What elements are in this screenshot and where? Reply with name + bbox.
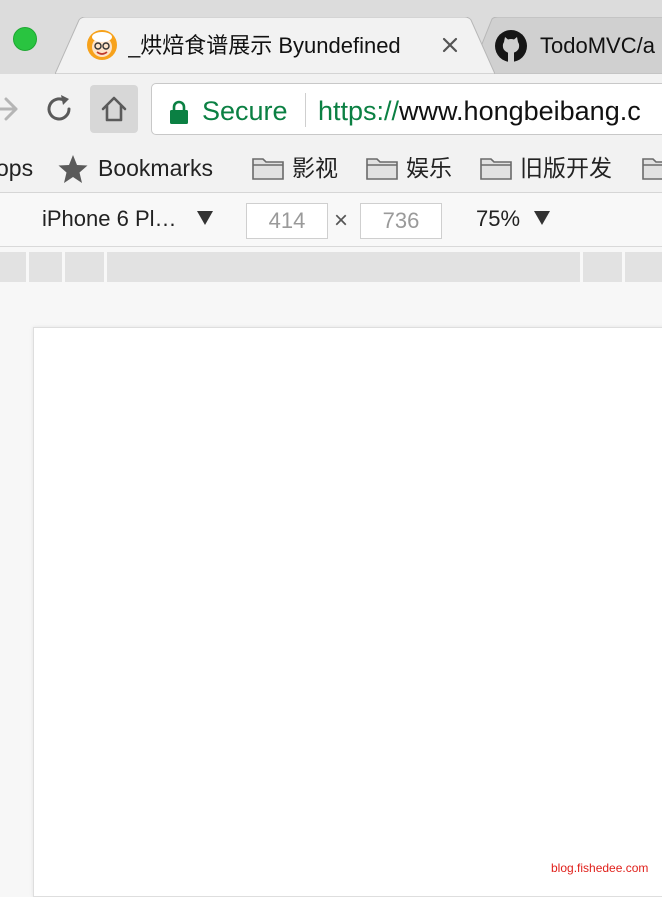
home-button[interactable]	[90, 85, 138, 133]
bookmark-label: 旧版开发	[520, 155, 612, 181]
viewport-height-input[interactable]	[360, 203, 442, 239]
tab-title: TodoMVC/a	[540, 33, 655, 58]
close-icon[interactable]	[439, 34, 461, 56]
bookmark-folder[interactable]: 娱乐	[366, 148, 452, 188]
viewport-width-input[interactable]	[246, 203, 328, 239]
bookmark-label: 影视	[292, 155, 338, 181]
bookmark-folder[interactable]: 影视	[252, 148, 338, 188]
watermark: blog.fishedee.com	[551, 861, 649, 875]
caret-down-icon[interactable]	[534, 211, 550, 225]
dimension-separator: ×	[334, 207, 349, 234]
folder-icon	[366, 158, 398, 180]
omnibox-divider	[305, 93, 306, 127]
media-query-segment[interactable]	[583, 252, 625, 282]
url-host: www.hongbeibang.c	[399, 96, 641, 126]
bookmark-label: Bookmarks	[98, 155, 214, 181]
device-select[interactable]: iPhone 6 Pl…	[42, 203, 177, 235]
bookmark-folder[interactable]: 旧版开发	[480, 148, 612, 188]
folder-icon	[252, 158, 284, 180]
media-query-segment[interactable]	[0, 252, 29, 282]
forward-arrow-icon[interactable]	[0, 94, 20, 124]
media-query-bar	[0, 252, 662, 282]
media-query-segment[interactable]	[65, 252, 107, 282]
folder-icon	[480, 158, 512, 180]
bookmark-apps[interactable]: ops	[0, 148, 33, 188]
reload-icon[interactable]	[42, 92, 76, 126]
bookmark-bookmarks[interactable]: Bookmarks	[58, 148, 213, 188]
media-query-segment[interactable]	[29, 252, 65, 282]
caret-down-icon[interactable]	[197, 211, 213, 225]
folder-icon	[642, 158, 662, 180]
url-text[interactable]: https://www.hongbeibang.c	[318, 94, 641, 128]
bookmarks-bar: ops Bookmarks 影视 娱乐 旧版开发	[0, 144, 662, 193]
url-scheme: https://	[318, 96, 400, 126]
device-screen[interactable]	[33, 327, 662, 897]
tab-strip: _烘焙食谱展示 Byundefined TodoMVC/a	[0, 0, 662, 74]
star-icon	[58, 155, 88, 183]
lock-icon	[170, 100, 188, 124]
media-query-segment[interactable]	[107, 252, 583, 282]
baker-favicon-icon	[87, 30, 117, 60]
browser-toolbar: Secure https://www.hongbeibang.c	[0, 74, 662, 144]
home-icon	[101, 96, 127, 122]
bookmark-label: 娱乐	[406, 155, 452, 181]
github-icon	[495, 30, 527, 62]
media-query-segment[interactable]	[625, 252, 662, 282]
window-zoom-button[interactable]	[13, 27, 37, 51]
secure-label: Secure	[202, 96, 288, 126]
device-toolbar: iPhone 6 Pl… × 75%	[0, 193, 662, 247]
tab-title: _烘焙食谱展示 Byundefined	[128, 33, 401, 58]
bookmark-label: ops	[0, 155, 34, 181]
zoom-select[interactable]: 75%	[476, 203, 520, 235]
